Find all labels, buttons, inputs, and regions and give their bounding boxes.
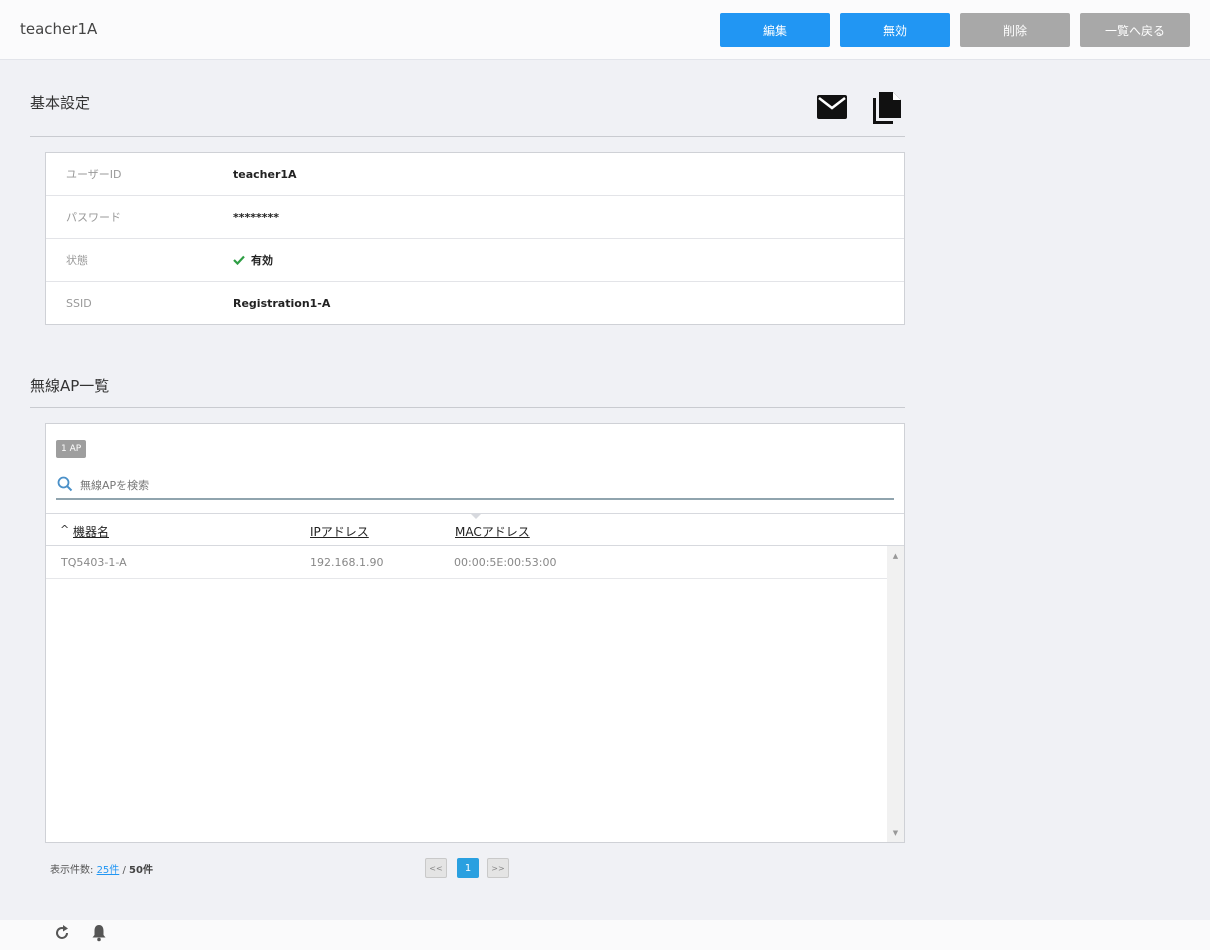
table-scrollbar[interactable]: ▲ ▼ <box>887 546 904 842</box>
settings-row-status: 状態 有効 <box>46 239 904 282</box>
page-title: teacher1A <box>20 20 98 38</box>
search-icon <box>57 476 73 492</box>
table-row[interactable]: TQ5403-1-A 192.168.1.90 00:00:5E:00:53:0… <box>46 546 887 579</box>
prev-page-button[interactable]: << <box>425 858 447 878</box>
mail-icon[interactable] <box>816 94 848 124</box>
column-ip-address[interactable]: IPアドレス <box>310 523 369 540</box>
sort-ascending-icon: ^ <box>60 523 70 536</box>
copy-icon[interactable] <box>871 90 903 130</box>
next-page-button[interactable]: >> <box>487 858 509 878</box>
page-1-button[interactable]: 1 <box>457 858 479 878</box>
ap-list-panel: 1 AP ^ 機器名 IPアドレス MACアドレス TQ5403-1-A 192… <box>45 423 905 843</box>
password-label: パスワード <box>66 211 121 224</box>
page-size-info: 表示件数: 25件 / 50件 <box>50 861 153 876</box>
top-bar: teacher1A 編集 無効 削除 一覧へ戻る <box>0 0 1210 60</box>
total-count: 50件 <box>129 865 153 876</box>
settings-row-user-id: ユーザーID teacher1A <box>46 153 904 196</box>
ssid-label: SSID <box>66 297 92 310</box>
settings-row-ssid: SSID Registration1-A <box>46 282 904 325</box>
status-text: 有効 <box>251 254 273 267</box>
password-value: ******** <box>233 210 280 224</box>
per-page-label: 表示件数: <box>50 865 94 876</box>
status-label: 状態 <box>66 254 88 267</box>
search-input[interactable] <box>80 475 880 495</box>
edit-button[interactable]: 編集 <box>720 13 830 47</box>
delete-button[interactable]: 削除 <box>960 13 1070 47</box>
ap-count-badge: 1 AP <box>56 440 87 458</box>
back-to-list-button[interactable]: 一覧へ戻る <box>1080 13 1190 47</box>
cell-mac-address: 00:00:5E:00:53:00 <box>454 556 557 569</box>
scroll-down-icon[interactable]: ▼ <box>887 825 904 840</box>
table-header: ^ 機器名 IPアドレス MACアドレス <box>46 513 904 546</box>
ap-list-title: 無線AP一覧 <box>30 377 110 395</box>
per-page-selector[interactable]: 25件 <box>97 865 120 876</box>
header-notch <box>470 513 482 519</box>
refresh-icon[interactable] <box>53 924 71 946</box>
column-mac-address[interactable]: MACアドレス <box>455 523 530 540</box>
divider <box>30 136 905 137</box>
status-value: 有効 <box>233 252 273 268</box>
search-bar <box>56 471 894 500</box>
user-id-label: ユーザーID <box>66 168 122 181</box>
separator: / <box>122 865 126 876</box>
divider <box>30 407 905 408</box>
settings-row-password: パスワード ******** <box>46 196 904 239</box>
table-body: TQ5403-1-A 192.168.1.90 00:00:5E:00:53:0… <box>46 546 887 842</box>
disable-button[interactable]: 無効 <box>840 13 950 47</box>
bell-icon[interactable] <box>91 924 107 946</box>
cell-ip-address: 192.168.1.90 <box>310 556 384 569</box>
user-id-value: teacher1A <box>233 167 297 181</box>
check-icon <box>233 255 245 265</box>
column-device-name[interactable]: 機器名 <box>73 523 109 540</box>
cell-device-name: TQ5403-1-A <box>61 556 127 569</box>
scroll-up-icon[interactable]: ▲ <box>887 548 904 563</box>
ssid-value: Registration1-A <box>233 297 331 310</box>
bottom-bar <box>0 920 1210 950</box>
basic-settings-title: 基本設定 <box>30 94 91 112</box>
basic-settings-table: ユーザーID teacher1A パスワード ******** 状態 有効 SS… <box>45 152 905 325</box>
